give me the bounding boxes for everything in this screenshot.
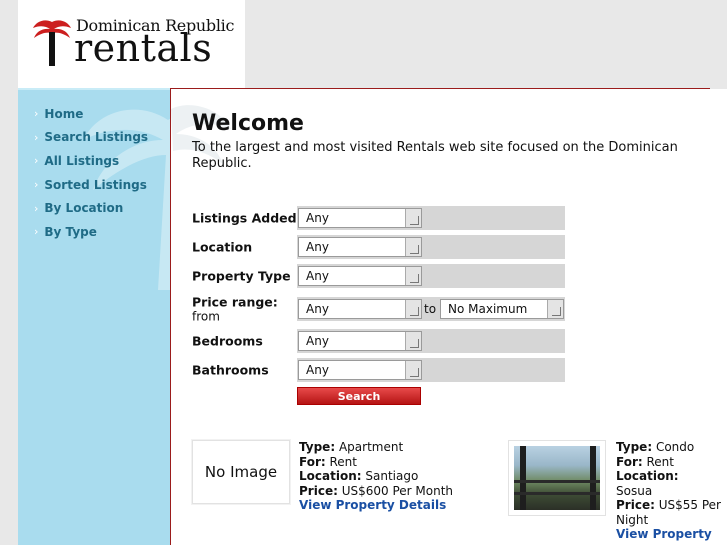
listing-for: For: Rent (616, 454, 674, 469)
listing-type: Type: Condo (616, 440, 695, 454)
location-select[interactable]: Any (298, 237, 422, 257)
sidebar: › Home › Search Listings › All Listings › So… (18, 88, 170, 545)
property-type-label: Property Type (192, 268, 291, 284)
sidebar-item-label: By Type (44, 224, 97, 239)
price-range-label: Price range: from (192, 295, 278, 324)
price-to-label: to (424, 302, 437, 316)
listing-price: Price: US$600 Per Month (299, 483, 454, 498)
photo-detail (520, 446, 526, 510)
price-from-select[interactable]: Any (298, 299, 422, 319)
sidebar-item-label: By Location (44, 201, 124, 216)
sidebar-item-all-listings[interactable]: › All Listings (18, 149, 170, 173)
dropdown-arrow-icon (405, 267, 421, 285)
palm-tree-logo-icon (33, 20, 71, 66)
select-value: Any (306, 302, 329, 316)
price-to-select[interactable]: No Maximum (440, 299, 564, 319)
sidebar-item-sorted-listings[interactable]: › Sorted Listings (18, 173, 170, 197)
chevron-right-icon: › (34, 178, 39, 192)
listing-photo[interactable] (508, 440, 606, 516)
select-value: Any (306, 363, 329, 377)
photo-detail (590, 446, 596, 510)
main-content: Welcome To the largest and most visited … (170, 89, 727, 545)
page-title: Welcome (192, 111, 304, 136)
listing-item: Type: Condo For: Rent Location: Sosua Pri… (616, 440, 726, 542)
sidebar-item-by-location[interactable]: › By Location (18, 196, 170, 220)
select-value: Any (306, 334, 329, 348)
sidebar-item-label: Sorted Listings (44, 177, 147, 192)
select-value: No Maximum (448, 302, 528, 316)
sidebar-item-label: All Listings (44, 153, 120, 168)
dropdown-arrow-icon (547, 300, 563, 318)
listing-location: Location: Santiago (299, 469, 419, 483)
form-row-price-range: Price range: from Any to No Maximum (192, 295, 565, 324)
view-property-details-link[interactable]: View Property Details (299, 498, 499, 513)
dropdown-arrow-icon (405, 300, 421, 318)
select-value: Any (306, 211, 329, 225)
bedrooms-label: Bedrooms (192, 333, 263, 349)
photo-detail (514, 480, 600, 483)
dropdown-arrow-icon (405, 332, 421, 350)
price-range-label-text: Price range: (192, 294, 278, 310)
welcome-text: To the largest and most visited Rentals … (192, 140, 678, 171)
listing-location: Location: Sosua (616, 469, 679, 498)
form-row-location: Location Any (192, 235, 565, 259)
bathrooms-select[interactable]: Any (298, 360, 422, 380)
sidebar-nav: › Home › Search Listings › All Listings › So… (18, 90, 170, 244)
select-value: Any (306, 240, 329, 254)
search-button[interactable]: Search (297, 387, 421, 405)
chevron-right-icon: › (34, 107, 39, 121)
chevron-right-icon: › (34, 201, 39, 215)
listing-type: Type: Apartment (299, 440, 404, 454)
sidebar-item-label: Home (44, 106, 84, 121)
chevron-right-icon: › (34, 154, 39, 168)
price-range-from-label: from (192, 309, 220, 324)
listings-added-select[interactable]: Any (298, 208, 422, 228)
sidebar-item-by-type[interactable]: › By Type (18, 220, 170, 244)
bathrooms-label: Bathrooms (192, 362, 269, 378)
sidebar-item-search-listings[interactable]: › Search Listings (18, 126, 170, 150)
chevron-right-icon: › (34, 130, 39, 144)
form-row-bedrooms: Bedrooms Any (192, 329, 565, 353)
dropdown-arrow-icon (405, 209, 421, 227)
photo-detail (514, 492, 600, 495)
chevron-right-icon: › (34, 225, 39, 239)
listing-image-placeholder[interactable]: No Image (192, 440, 290, 504)
view-property-link[interactable]: View Property (616, 527, 726, 542)
sidebar-item-label: Search Listings (44, 130, 149, 145)
dropdown-arrow-icon (405, 361, 421, 379)
form-row-listings-added: Listings Added Any (192, 206, 565, 230)
listing-item: Type: Apartment For: Rent Location: Sant… (299, 440, 499, 513)
form-row-property-type: Property Type Any (192, 264, 565, 288)
form-row-bathrooms: Bathrooms Any (192, 358, 565, 382)
site-logo[interactable]: Dominican Republic rentals (18, 0, 245, 88)
logo-text-bottom: rentals (74, 26, 213, 70)
select-value: Any (306, 269, 329, 283)
listing-for: For: Rent (299, 454, 357, 469)
sidebar-item-home[interactable]: › Home (18, 102, 170, 126)
bedrooms-select[interactable]: Any (298, 331, 422, 351)
listing-photo-image (514, 446, 600, 510)
listings-added-label: Listings Added (192, 210, 297, 226)
location-label: Location (192, 239, 253, 255)
dropdown-arrow-icon (405, 238, 421, 256)
listing-price: Price: US$55 Per Night (616, 498, 721, 527)
property-type-select[interactable]: Any (298, 266, 422, 286)
